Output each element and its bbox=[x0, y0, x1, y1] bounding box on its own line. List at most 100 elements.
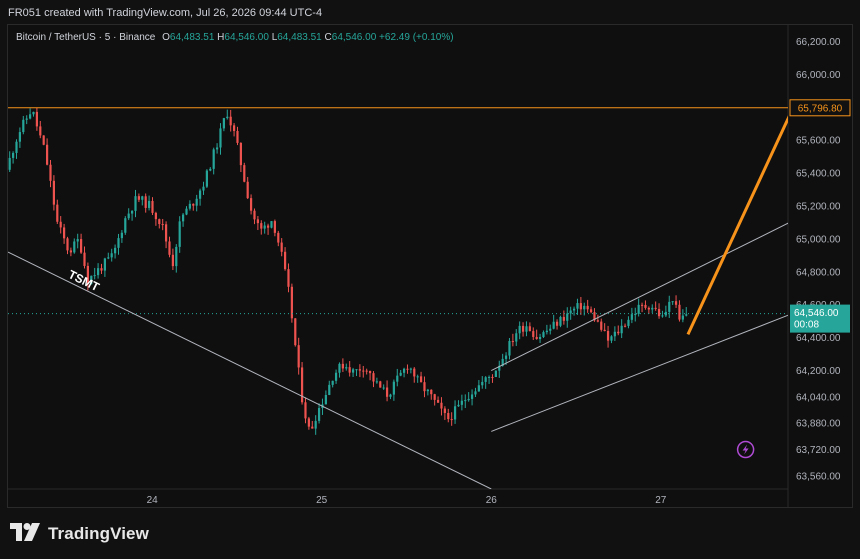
candle-body bbox=[311, 426, 314, 429]
candle-body bbox=[141, 196, 144, 200]
chart-panel[interactable]: 66,200.0066,000.0065,800.0065,600.0065,4… bbox=[7, 24, 853, 508]
candle-body bbox=[73, 241, 76, 253]
candle-body bbox=[630, 314, 633, 320]
price-chart[interactable]: 66,200.0066,000.0065,800.0065,600.0065,4… bbox=[8, 25, 853, 508]
candle-body bbox=[39, 126, 42, 136]
candle-body bbox=[341, 363, 344, 369]
candle-body bbox=[348, 367, 351, 373]
candle-body bbox=[671, 301, 674, 303]
low-value: 64,483.51 bbox=[277, 32, 322, 43]
candle-body bbox=[627, 319, 630, 326]
candle-body bbox=[579, 303, 582, 310]
candle-body bbox=[423, 382, 426, 392]
candle-body bbox=[83, 252, 86, 266]
candle-body bbox=[130, 210, 134, 214]
candle-body bbox=[35, 111, 39, 127]
candle-body bbox=[69, 250, 73, 253]
candle-body bbox=[603, 329, 606, 331]
candle-body bbox=[477, 385, 480, 392]
candle-body bbox=[491, 376, 494, 378]
lightning-icon[interactable] bbox=[736, 440, 755, 459]
candle-body bbox=[249, 198, 253, 211]
candle-body bbox=[508, 341, 511, 356]
y-tick-label: 66,000.00 bbox=[796, 70, 841, 81]
candle-body bbox=[460, 400, 463, 405]
candle-body bbox=[484, 377, 487, 382]
candle-body bbox=[209, 168, 212, 171]
candle-body bbox=[253, 210, 256, 220]
candle-body bbox=[549, 328, 552, 331]
candle-body bbox=[100, 268, 103, 271]
candle-body bbox=[511, 341, 514, 343]
y-tick-label: 65,400.00 bbox=[796, 169, 841, 180]
candle-body bbox=[596, 320, 599, 322]
candle-body bbox=[678, 304, 681, 320]
candle-body bbox=[525, 326, 528, 332]
candle-body bbox=[402, 368, 406, 373]
candle-body bbox=[440, 402, 443, 409]
candle-body bbox=[273, 221, 276, 233]
candle-body bbox=[664, 311, 667, 316]
candle-body bbox=[504, 355, 508, 359]
candle-body bbox=[185, 208, 188, 215]
tsmt-trendline[interactable] bbox=[8, 251, 492, 489]
candle-body bbox=[62, 227, 66, 239]
candle-body bbox=[15, 141, 18, 153]
candle-body bbox=[600, 321, 603, 330]
candle-body bbox=[542, 332, 545, 338]
x-tick-label: 27 bbox=[655, 495, 667, 506]
candle-body bbox=[375, 381, 378, 383]
candle-body bbox=[338, 363, 341, 373]
candle-body bbox=[181, 214, 185, 222]
candle-body bbox=[49, 164, 52, 181]
candle-body bbox=[314, 420, 317, 429]
open-value: 64,483.51 bbox=[169, 32, 215, 43]
candle-body bbox=[42, 135, 45, 145]
candle-body bbox=[32, 111, 35, 115]
candle-body bbox=[79, 239, 83, 253]
candle-body bbox=[545, 330, 548, 333]
projection-path[interactable] bbox=[686, 108, 853, 405]
candle-body bbox=[283, 251, 287, 270]
candle-body bbox=[668, 301, 671, 312]
candle-body bbox=[294, 318, 297, 346]
candle-body bbox=[416, 376, 419, 378]
candle-body bbox=[317, 408, 321, 421]
candle-body bbox=[528, 326, 531, 332]
candle-body bbox=[481, 381, 484, 386]
close-label: C bbox=[324, 32, 332, 43]
candle-body bbox=[562, 316, 565, 321]
candle-body bbox=[436, 399, 440, 403]
y-tick-label: 64,400.00 bbox=[796, 333, 841, 344]
symbol-legend: Bitcoin / TetherUS · 5 · Binance O64,483… bbox=[16, 31, 454, 45]
candle-body bbox=[457, 404, 460, 407]
candle-body bbox=[137, 196, 140, 200]
candle-body bbox=[610, 336, 613, 341]
candle-body bbox=[644, 304, 647, 308]
candle-body bbox=[623, 325, 627, 327]
candle-body bbox=[521, 325, 525, 332]
plot-area[interactable]: TSMT bbox=[8, 107, 853, 489]
candle-body bbox=[470, 394, 474, 399]
candle-body bbox=[11, 152, 15, 158]
candle-body bbox=[613, 331, 616, 337]
candle-body bbox=[647, 307, 650, 310]
candle-body bbox=[559, 316, 562, 326]
candle-body bbox=[147, 200, 151, 208]
tradingview-logo[interactable]: TradingView bbox=[10, 522, 149, 546]
candle-body bbox=[681, 315, 684, 320]
candle-body bbox=[569, 310, 572, 314]
candle-body bbox=[620, 325, 623, 334]
candle-body bbox=[535, 336, 538, 340]
candle-body bbox=[372, 373, 375, 382]
symbol-title[interactable]: Bitcoin / TetherUS · 5 · Binance bbox=[16, 32, 155, 43]
candle-body bbox=[426, 389, 429, 392]
open-label: O bbox=[162, 32, 170, 43]
candle-body bbox=[103, 258, 106, 271]
candle-body bbox=[110, 253, 113, 258]
candle-body bbox=[572, 308, 576, 311]
candle-body bbox=[260, 223, 263, 229]
candle-body bbox=[355, 369, 358, 371]
candle-body bbox=[144, 196, 147, 208]
candle-body bbox=[93, 275, 96, 277]
